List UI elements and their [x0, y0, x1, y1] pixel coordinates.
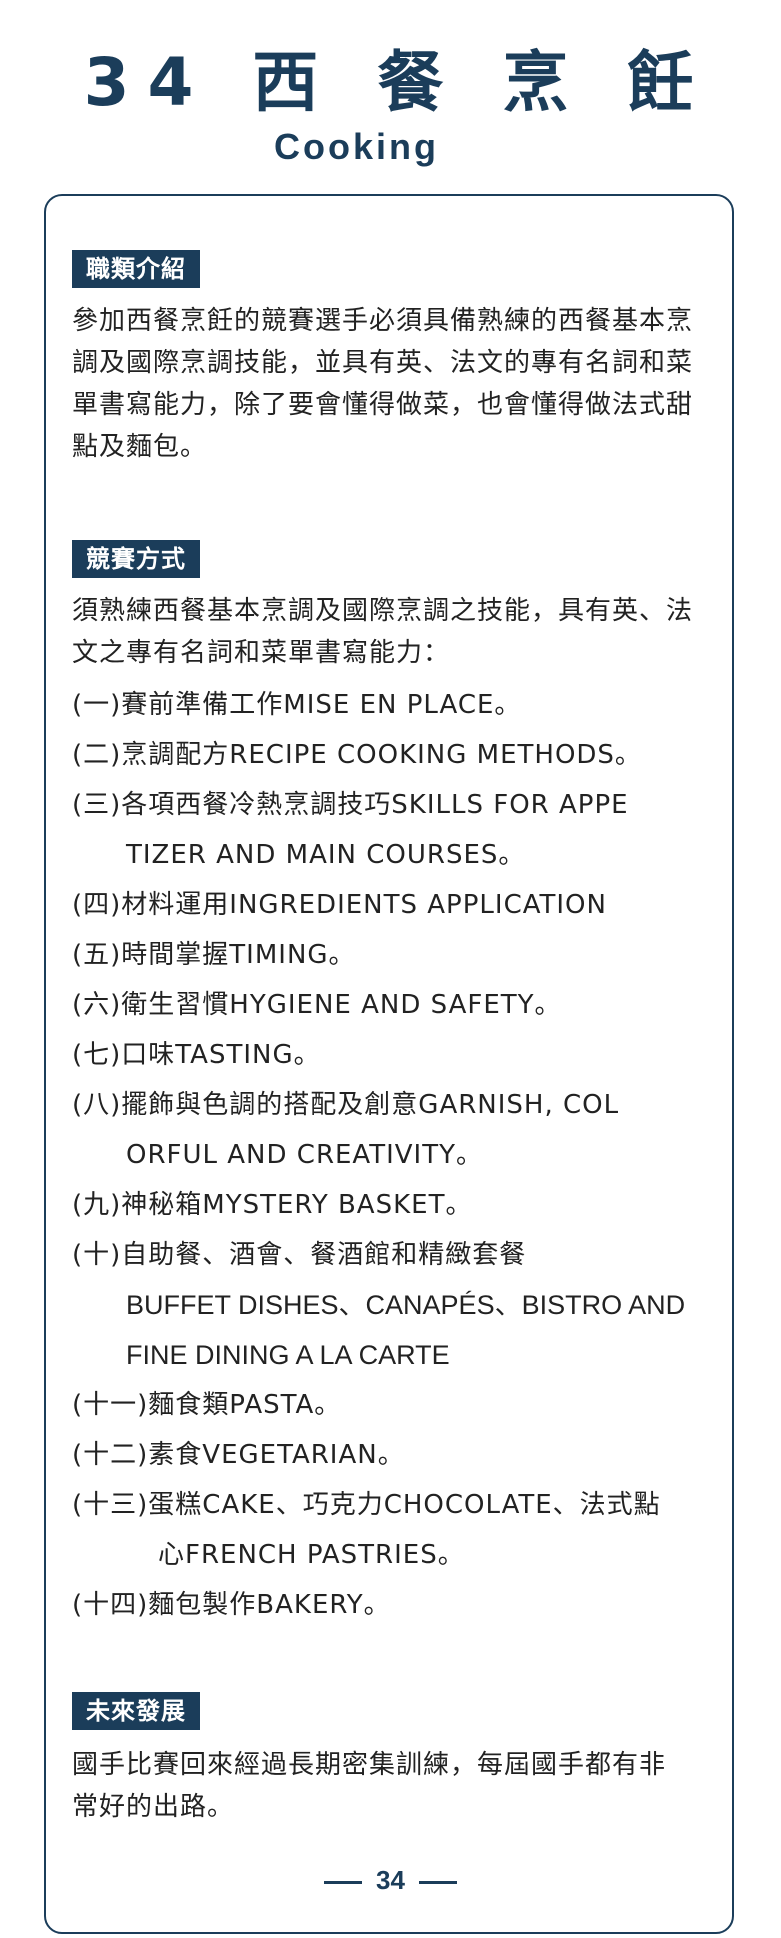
list-item-text: 素食VEGETARIAN。 — [148, 1440, 405, 1470]
list-item-number: (二) — [72, 740, 122, 770]
page-number: 34 — [376, 1865, 405, 1895]
list-item: (十)自助餐、酒會、餐酒館和精緻套餐 — [72, 1230, 718, 1280]
list-item-continuation: ORFUL AND CREATIVITY。 — [126, 1140, 483, 1170]
list-item: (三)各項西餐冷熱烹調技巧SKILLS FOR APPE — [72, 780, 718, 830]
list-item: (十四)麵包製作BAKERY。 — [72, 1580, 718, 1630]
page-footer: 34 — [0, 1862, 781, 1898]
list-item: (十二)素食VEGETARIAN。 — [72, 1430, 718, 1480]
list-item-text: 衛生習慣HYGIENE AND SAFETY。 — [121, 990, 562, 1020]
list-item: (八)擺飾與色調的搭配及創意GARNISH, COL — [72, 1080, 718, 1130]
list-item-text: 材料運用INGREDIENTS APPLICATION — [121, 890, 607, 920]
list-item-text: 賽前準備工作MISE EN PLACE。 — [121, 690, 522, 720]
list-item-number: (八) — [72, 1090, 122, 1120]
list-item: (四)材料運用INGREDIENTS APPLICATION — [72, 880, 718, 930]
list-item-text: 麵食類PASTA。 — [148, 1390, 342, 1420]
section-tag-method: 競賽方式 — [72, 540, 200, 578]
list-item-number: (一) — [72, 690, 122, 720]
list-item-number: (三) — [72, 790, 122, 820]
list-item: (五)時間掌握TIMING。 — [72, 930, 718, 980]
list-item-text: 烹調配方RECIPE COOKING METHODS。 — [121, 740, 642, 770]
future-paragraph: 國手比賽回來經過長期密集訓練，每屆國手都有非常好的出路。 — [72, 1750, 667, 1822]
page-header: 34 西 餐 烹 飪 Cooking — [0, 40, 781, 168]
list-item-number: (十二) — [72, 1440, 149, 1470]
list-item-text: 神秘箱MYSTERY BASKET。 — [121, 1190, 473, 1220]
list-item-text: 蛋糕CAKE、巧克力CHOCOLATE、法式點 — [148, 1490, 661, 1520]
list-item: (一)賽前準備工作MISE EN PLACE。 — [72, 680, 718, 730]
list-item: (十三)蛋糕CAKE、巧克力CHOCOLATE、法式點 — [72, 1480, 718, 1530]
list-item-number: (六) — [72, 990, 122, 1020]
section-tag-intro: 職類介紹 — [72, 250, 200, 288]
list-item-number: (五) — [72, 940, 122, 970]
footer-dash-left — [324, 1880, 363, 1884]
page-title: 34 西 餐 烹 飪 — [83, 44, 712, 121]
list-item-number: (十一) — [72, 1390, 149, 1420]
method-paragraph: 須熟練西餐基本烹調及國際烹調之技能，具有英、法文之專有名詞和菜單書寫能力： — [72, 596, 694, 668]
list-item: (七)口味TASTING。 — [72, 1030, 718, 1080]
list-item: (十一)麵食類PASTA。 — [72, 1380, 718, 1430]
intro-paragraph: 參加西餐烹飪的競賽選手必須具備熟練的西餐基本烹調及國際烹調技能，並具有英、法文的… — [72, 306, 694, 462]
list-item-number: (十) — [72, 1240, 122, 1270]
list-item-text: 自助餐、酒會、餐酒館和精緻套餐 — [121, 1240, 527, 1270]
list-item-text: 擺飾與色調的搭配及創意GARNISH, COL — [121, 1090, 620, 1120]
list-item-continuation: FINE DINING A LA CARTE — [126, 1340, 450, 1370]
list-item-text: 口味TASTING。 — [121, 1040, 321, 1070]
list-item-number: (十三) — [72, 1490, 149, 1520]
list-item-text: 各項西餐冷熱烹調技巧SKILLS FOR APPE — [121, 790, 629, 820]
content-card: 職類介紹 參加西餐烹飪的競賽選手必須具備熟練的西餐基本烹調及國際烹調技能，並具有… — [44, 194, 734, 1934]
list-item-continuation: TIZER AND MAIN COURSES。 — [126, 840, 526, 870]
list-item-text: 時間掌握TIMING。 — [121, 940, 356, 970]
list-item-number: (九) — [72, 1190, 122, 1220]
list-item-number: (十四) — [72, 1590, 149, 1620]
page-subtitle: Cooking — [274, 126, 439, 167]
list-item-text: 麵包製作BAKERY。 — [148, 1590, 391, 1620]
list-item-number: (七) — [72, 1040, 122, 1070]
list-item: (二)烹調配方RECIPE COOKING METHODS。 — [72, 730, 718, 780]
list-item-number: (四) — [72, 890, 122, 920]
footer-dash-right — [418, 1880, 457, 1884]
list-item-continuation: BUFFET DISHES、CANAPÉS、BISTRO AND — [126, 1290, 686, 1320]
section-tag-future: 未來發展 — [72, 1692, 200, 1730]
list-item-continuation: 心FRENCH PASTRIES。 — [158, 1540, 465, 1570]
list-item: (六)衛生習慣HYGIENE AND SAFETY。 — [72, 980, 718, 1030]
list-item: (九)神秘箱MYSTERY BASKET。 — [72, 1180, 718, 1230]
